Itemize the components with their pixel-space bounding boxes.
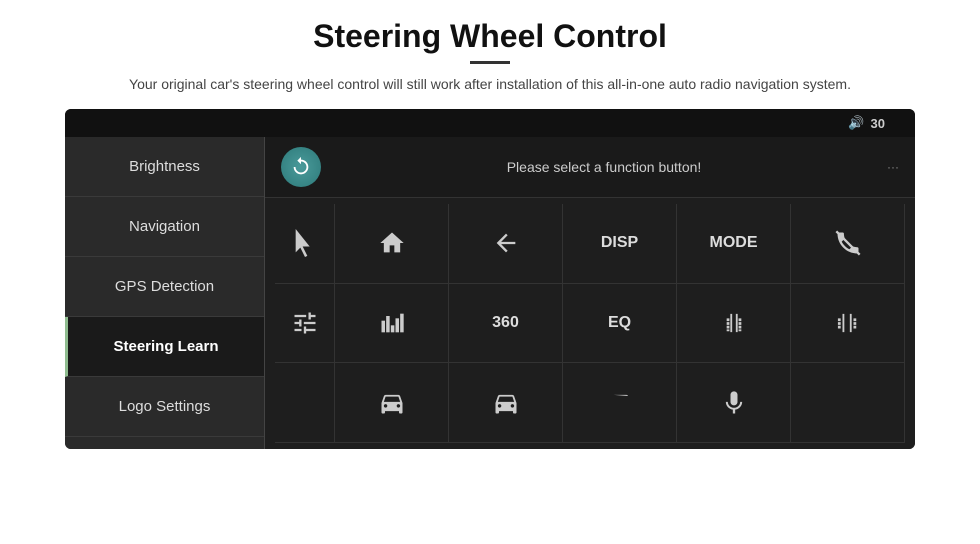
title-divider bbox=[470, 61, 510, 64]
function-bar: Please select a function button! ··· bbox=[265, 137, 915, 198]
sidebar-item-steering-learn[interactable]: Steering Learn bbox=[65, 317, 264, 377]
disp-label: DISP bbox=[601, 234, 638, 252]
dots-indicator: ··· bbox=[887, 160, 899, 174]
top-bar: 🔊 30 bbox=[65, 109, 915, 137]
volume-icon: 🔊 bbox=[848, 115, 864, 131]
mode-label: MODE bbox=[710, 234, 758, 252]
360-button[interactable]: 360 bbox=[449, 284, 563, 364]
row3-col0 bbox=[275, 363, 335, 443]
no-call-button[interactable] bbox=[791, 204, 905, 284]
beer1-button[interactable] bbox=[677, 284, 791, 364]
sidebar-item-navigation[interactable]: Navigation bbox=[65, 197, 264, 257]
car3-button[interactable] bbox=[563, 363, 677, 443]
page-title: Steering Wheel Control bbox=[313, 18, 667, 55]
equalizer-icon-cell bbox=[275, 284, 335, 364]
equalizer-button[interactable] bbox=[335, 284, 449, 364]
car1-button[interactable] bbox=[335, 363, 449, 443]
car-screen: 🔊 30 Brightness Navigation GPS Detection… bbox=[65, 109, 915, 449]
right-panel: Please select a function button! ··· bbox=[265, 137, 915, 449]
content-area: Brightness Navigation GPS Detection Stee… bbox=[65, 137, 915, 449]
sidebar-label-brightness: Brightness bbox=[129, 158, 200, 175]
function-prompt: Please select a function button! bbox=[337, 159, 871, 175]
eq-label: EQ bbox=[608, 314, 631, 332]
home-button[interactable] bbox=[335, 204, 449, 284]
sidebar-item-gps-detection[interactable]: GPS Detection bbox=[65, 257, 264, 317]
beer2-button[interactable] bbox=[791, 284, 905, 364]
sidebar-label-logo: Logo Settings bbox=[119, 398, 211, 415]
sync-icon[interactable] bbox=[281, 147, 321, 187]
volume-value: 30 bbox=[871, 116, 885, 131]
row3-last bbox=[791, 363, 905, 443]
sidebar: Brightness Navigation GPS Detection Stee… bbox=[65, 137, 265, 449]
mic-button[interactable] bbox=[677, 363, 791, 443]
disp-button[interactable]: DISP bbox=[563, 204, 677, 284]
sidebar-label-navigation: Navigation bbox=[129, 218, 200, 235]
sidebar-label-steering: Steering Learn bbox=[113, 338, 218, 355]
mode-button[interactable]: MODE bbox=[677, 204, 791, 284]
sidebar-item-brightness[interactable]: Brightness bbox=[65, 137, 264, 197]
car2-button[interactable] bbox=[449, 363, 563, 443]
button-grid: DISP MODE bbox=[265, 198, 915, 449]
eq-button[interactable]: EQ bbox=[563, 284, 677, 364]
back-button[interactable] bbox=[449, 204, 563, 284]
sidebar-label-gps: GPS Detection bbox=[115, 278, 214, 295]
page-subtitle: Your original car's steering wheel contr… bbox=[129, 74, 851, 95]
360-label: 360 bbox=[492, 314, 519, 332]
sidebar-item-logo-settings[interactable]: Logo Settings bbox=[65, 377, 264, 437]
cursor-cell bbox=[275, 204, 335, 284]
